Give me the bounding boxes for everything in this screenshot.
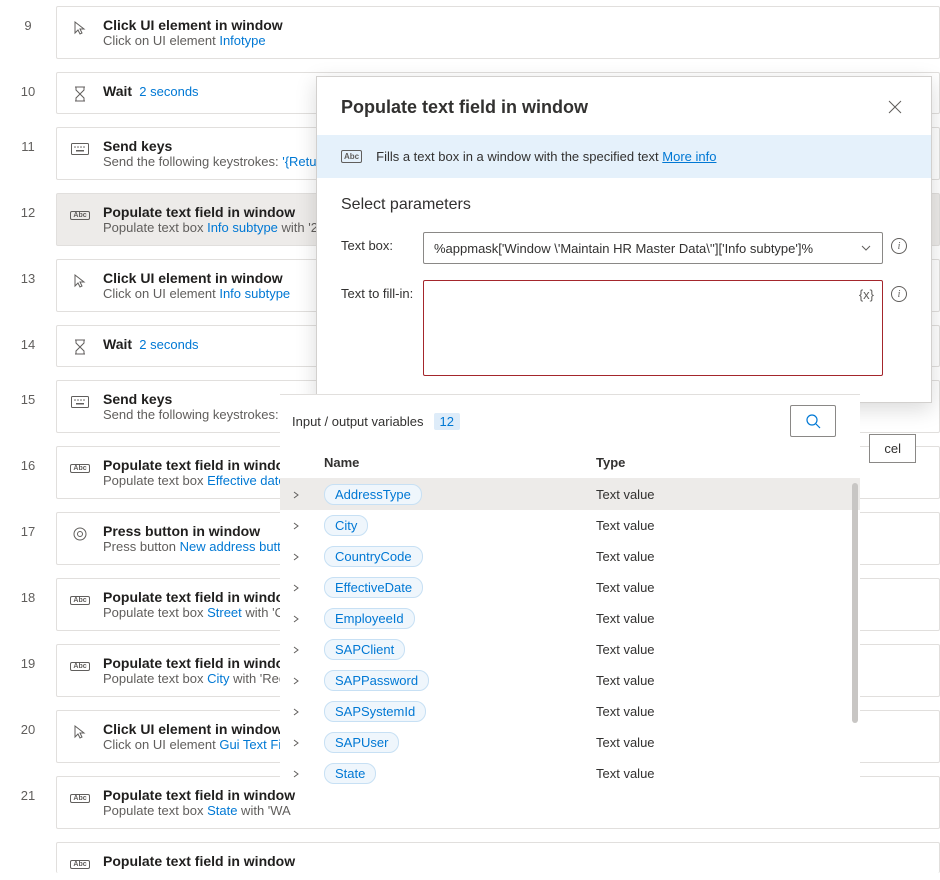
chevron-right-icon — [292, 739, 308, 747]
variable-row[interactable]: SAPPassword Text value — [280, 665, 860, 696]
step-number: 12 — [0, 187, 56, 220]
variable-name: State — [324, 763, 376, 784]
step-icon — [71, 85, 89, 103]
variable-type: Text value — [596, 580, 655, 595]
step-number: 16 — [0, 440, 56, 473]
variable-type: Text value — [596, 518, 655, 533]
info-banner: Abc Fills a text box in a window with th… — [317, 135, 931, 178]
variable-row[interactable]: SAPClient Text value — [280, 634, 860, 665]
variable-name: EmployeeId — [324, 608, 415, 629]
more-info-link[interactable]: More info — [662, 149, 716, 164]
chevron-right-icon — [292, 677, 308, 685]
variable-name: CountryCode — [324, 546, 423, 567]
step-number: 17 — [0, 506, 56, 539]
text-to-fill-input[interactable]: {x} — [423, 280, 883, 376]
abc-icon: Abc — [341, 150, 362, 163]
step-icon: Abc — [71, 459, 89, 477]
variable-type: Text value — [596, 642, 655, 657]
variable-name: SAPSystemId — [324, 701, 426, 722]
text-to-fill-label: Text to fill-in: — [341, 280, 415, 301]
chevron-right-icon — [292, 553, 308, 561]
variable-type: Text value — [596, 611, 655, 626]
textbox-label: Text box: — [341, 232, 415, 253]
variable-type: Text value — [596, 735, 655, 750]
variable-row[interactable]: EmployeeId Text value — [280, 603, 860, 634]
step-icon: Abc — [71, 657, 89, 675]
variable-type: Text value — [596, 673, 655, 688]
variable-name: City — [324, 515, 368, 536]
variable-row[interactable]: City Text value — [280, 510, 860, 541]
flow-step[interactable]: 9Click UI element in windowClick on UI e… — [0, 0, 940, 66]
chevron-right-icon — [292, 584, 308, 592]
variable-type: Text value — [596, 487, 655, 502]
step-icon — [71, 723, 89, 741]
search-variables-button[interactable] — [790, 405, 836, 437]
info-icon[interactable]: i — [891, 286, 907, 302]
step-icon: Abc — [71, 591, 89, 609]
step-number: 21 — [0, 770, 56, 803]
chevron-right-icon — [292, 770, 308, 778]
dialog-close-button[interactable] — [883, 95, 907, 119]
variables-count: 12 — [434, 413, 460, 430]
step-icon — [71, 272, 89, 290]
variable-row[interactable]: AddressType Text value — [280, 479, 860, 510]
chevron-down-icon — [860, 242, 872, 254]
step-number: 20 — [0, 704, 56, 737]
chevron-right-icon — [292, 615, 308, 623]
variable-row[interactable]: CountryCode Text value — [280, 541, 860, 572]
step-number: 11 — [0, 121, 56, 154]
step-number: 15 — [0, 374, 56, 407]
variable-name: EffectiveDate — [324, 577, 423, 598]
variables-heading: Input / output variables — [292, 414, 424, 429]
cancel-button[interactable]: cel — [869, 434, 916, 463]
step-icon — [71, 525, 89, 543]
variable-name: AddressType — [324, 484, 422, 505]
step-number: 10 — [0, 66, 56, 99]
variable-name: SAPUser — [324, 732, 399, 753]
chevron-right-icon — [292, 646, 308, 654]
variable-name: SAPPassword — [324, 670, 429, 691]
variables-panel: Input / output variables 12 Name Type Ad… — [280, 394, 860, 789]
chevron-right-icon — [292, 522, 308, 530]
step-icon — [71, 338, 89, 356]
variable-row[interactable]: SAPSystemId Text value — [280, 696, 860, 727]
dialog-title: Populate text field in window — [341, 97, 588, 118]
info-icon[interactable]: i — [891, 238, 907, 254]
variable-type: Text value — [596, 549, 655, 564]
step-icon — [71, 19, 89, 37]
search-icon — [805, 413, 821, 429]
action-properties-dialog: Populate text field in window Abc Fills … — [316, 76, 932, 403]
variable-type: Text value — [596, 704, 655, 719]
close-icon — [888, 100, 902, 114]
insert-variable-button[interactable]: {x} — [859, 287, 874, 302]
step-number: 14 — [0, 319, 56, 352]
step-number: 9 — [0, 0, 56, 33]
variable-row[interactable]: EffectiveDate Text value — [280, 572, 860, 603]
variable-type: Text value — [596, 766, 655, 781]
chevron-right-icon — [292, 708, 308, 716]
step-number: 13 — [0, 253, 56, 286]
scrollbar[interactable] — [852, 483, 858, 723]
variable-name: SAPClient — [324, 639, 405, 660]
step-icon — [71, 393, 89, 411]
chevron-right-icon — [292, 491, 308, 499]
select-parameters-heading: Select parameters — [341, 196, 907, 214]
variables-table-header: Name Type — [280, 447, 860, 479]
textbox-selector-dropdown[interactable]: %appmask['Window \'Maintain HR Master Da… — [423, 232, 883, 264]
step-icon — [71, 140, 89, 158]
step-number: 18 — [0, 572, 56, 605]
variable-row[interactable]: State Text value — [280, 758, 860, 789]
step-icon: Abc — [71, 206, 89, 224]
step-icon: Abc — [71, 789, 89, 807]
variables-list: AddressTypeText valueCityText valueCount… — [280, 479, 860, 789]
variable-row[interactable]: SAPUser Text value — [280, 727, 860, 758]
step-number: 19 — [0, 638, 56, 671]
